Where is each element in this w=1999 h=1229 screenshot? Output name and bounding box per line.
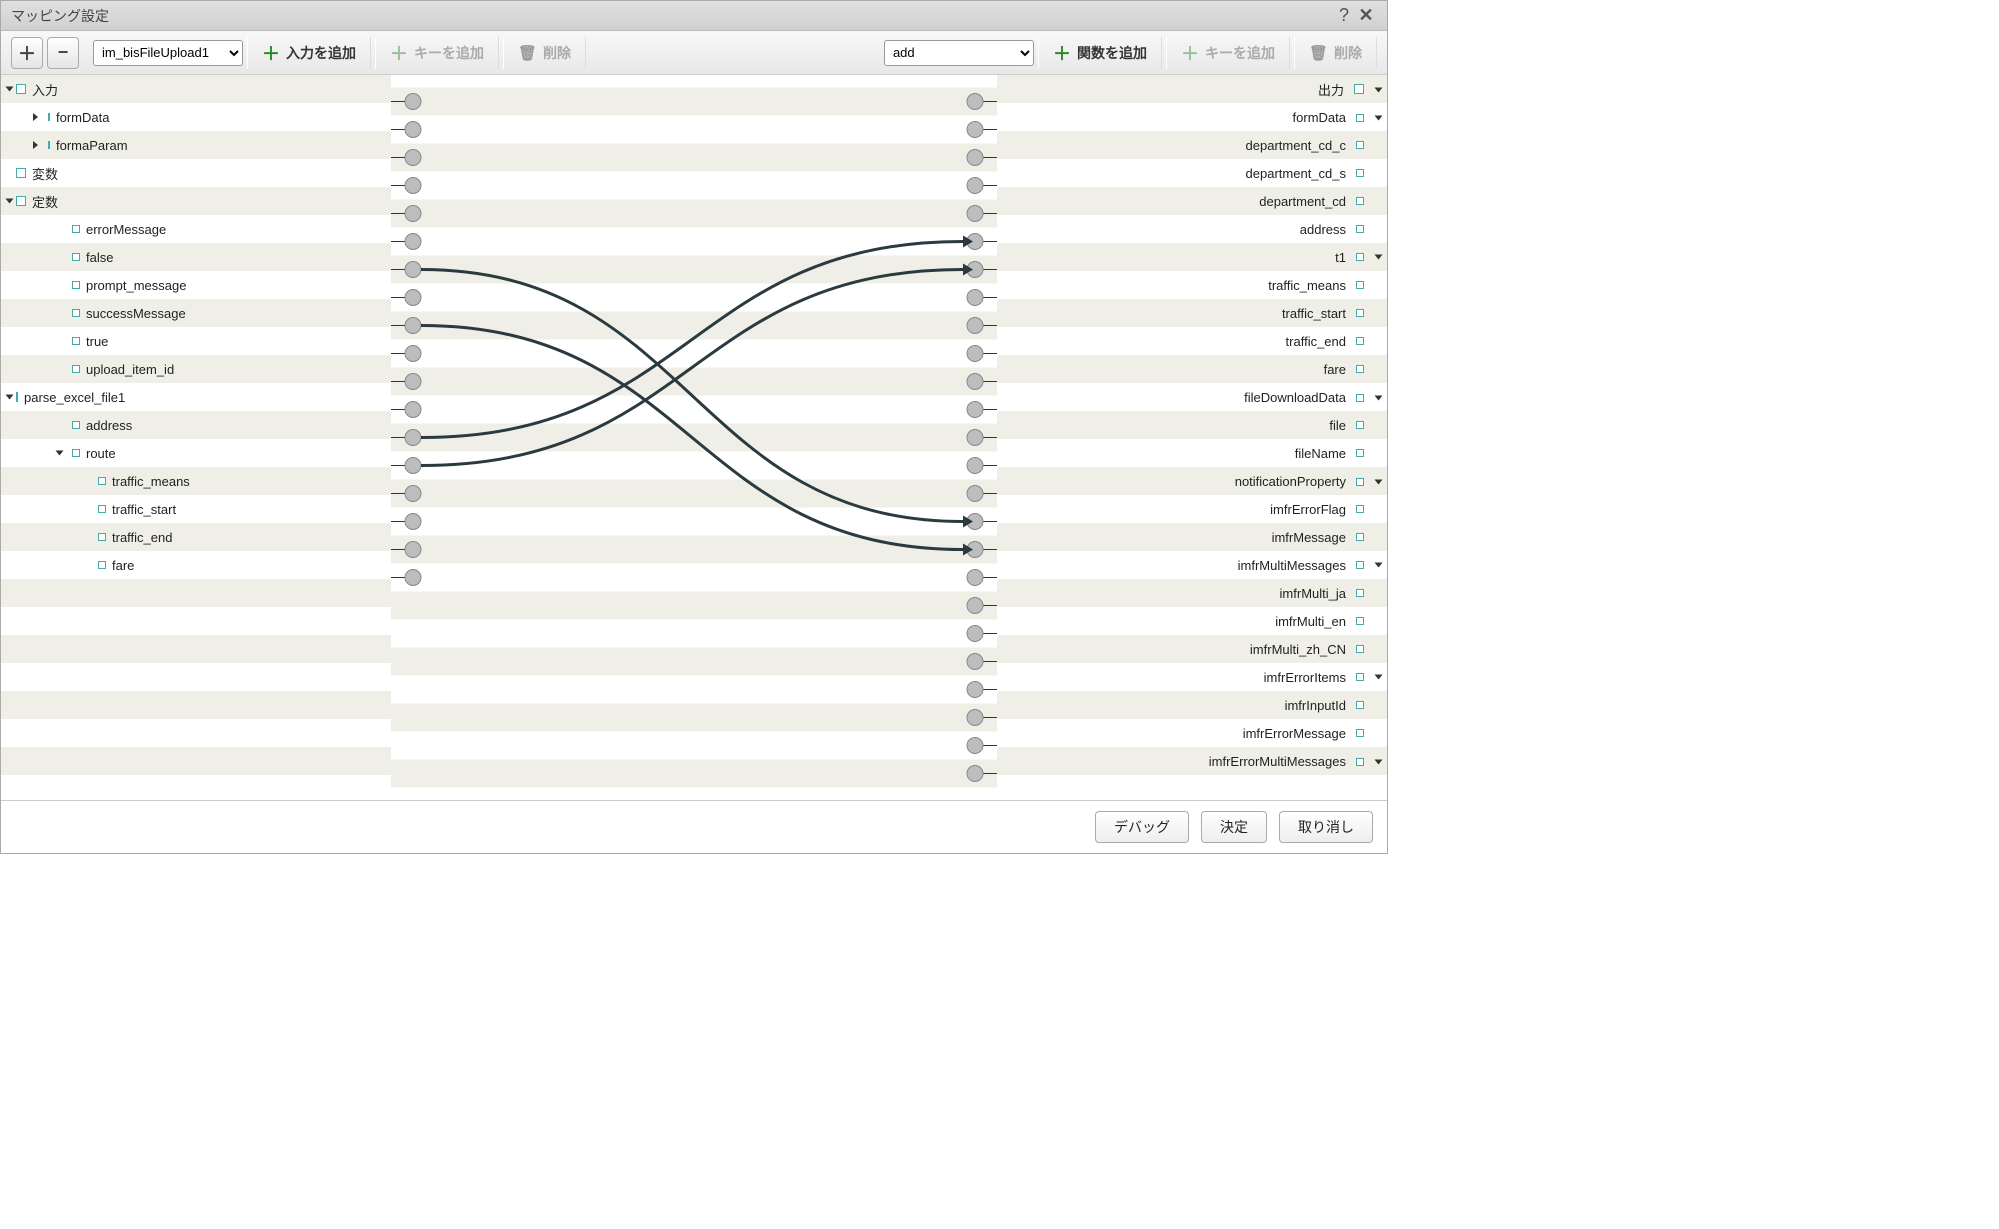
tree-row[interactable]: traffic_start [997,299,1387,327]
tree-row[interactable]: department_cd [997,187,1387,215]
empty-row [1,607,391,635]
debug-button[interactable]: デバッグ [1095,811,1189,843]
empty-row [1,579,391,607]
add-output-key-button[interactable]: ＋キーを追加 [1166,37,1290,69]
empty-row [1,747,391,775]
titlebar: マッピング設定 ? ✕ [1,1,1387,31]
wire-canvas[interactable] [391,75,997,800]
close-icon[interactable]: ✕ [1355,5,1377,27]
tree-row[interactable]: imfrMulti_zh_CN [997,635,1387,663]
tree-row[interactable]: fare [1,551,391,579]
tree-row[interactable]: traffic_end [997,327,1387,355]
collapse-all-button[interactable]: − [47,37,79,69]
tree-row[interactable]: imfrInputId [997,691,1387,719]
tree-row[interactable]: traffic_end [1,523,391,551]
output-tree: 出力formDatadepartment_cd_cdepartment_cd_s… [997,75,1387,800]
tree-row[interactable]: traffic_means [997,271,1387,299]
tree-row[interactable]: file [997,411,1387,439]
tree-row[interactable]: t1 [997,243,1387,271]
tree-row[interactable]: notificationProperty [997,467,1387,495]
input-source-select[interactable]: im_bisFileUpload1 [93,40,243,66]
empty-row [1,663,391,691]
add-function-button[interactable]: ＋関数を追加 [1038,37,1162,69]
tree-row[interactable]: traffic_start [1,495,391,523]
tree-row[interactable]: parse_excel_file1 [1,383,391,411]
tree-row[interactable]: imfrErrorItems [997,663,1387,691]
empty-row [1,691,391,719]
tree-row[interactable]: 定数 [1,187,391,215]
cancel-button[interactable]: 取り消し [1279,811,1373,843]
tree-row[interactable]: fare [997,355,1387,383]
tree-row[interactable]: imfrMulti_en [997,607,1387,635]
empty-row [1,635,391,663]
tree-row[interactable]: department_cd_s [997,159,1387,187]
help-icon[interactable]: ? [1333,5,1355,27]
tree-row[interactable]: department_cd_c [997,131,1387,159]
toolbar: ＋ − im_bisFileUpload1 ＋入力を追加 ＋キーを追加 🗑削除 … [1,31,1387,75]
tree-row[interactable]: imfrErrorFlag [997,495,1387,523]
delete-input-button[interactable]: 🗑削除 [503,37,586,69]
dialog-title: マッピング設定 [11,6,1333,26]
ok-button[interactable]: 決定 [1201,811,1267,843]
function-select[interactable]: add [884,40,1034,66]
footer: デバッグ 決定 取り消し [1,801,1387,853]
tree-row[interactable]: 出力 [997,75,1387,103]
delete-output-button[interactable]: 🗑削除 [1294,37,1377,69]
expand-all-button[interactable]: ＋ [11,37,43,69]
tree-row[interactable]: imfrMulti_ja [997,579,1387,607]
add-input-key-button[interactable]: ＋キーを追加 [375,37,499,69]
tree-row[interactable]: imfrErrorMultiMessages [997,747,1387,775]
tree-row[interactable]: formData [997,103,1387,131]
add-input-button[interactable]: ＋入力を追加 [247,37,371,69]
tree-row[interactable]: fileDownloadData [997,383,1387,411]
tree-row[interactable]: imfrMultiMessages [997,551,1387,579]
tree-row[interactable]: address [997,215,1387,243]
tree-row[interactable]: imfrMessage [997,523,1387,551]
empty-row [1,719,391,747]
tree-row[interactable]: fileName [997,439,1387,467]
mapping-canvas: 入力formDataformaParam変数定数errorMessagefals… [1,75,1387,801]
tree-row[interactable]: imfrErrorMessage [997,719,1387,747]
input-tree: 入力formDataformaParam変数定数errorMessagefals… [1,75,391,800]
